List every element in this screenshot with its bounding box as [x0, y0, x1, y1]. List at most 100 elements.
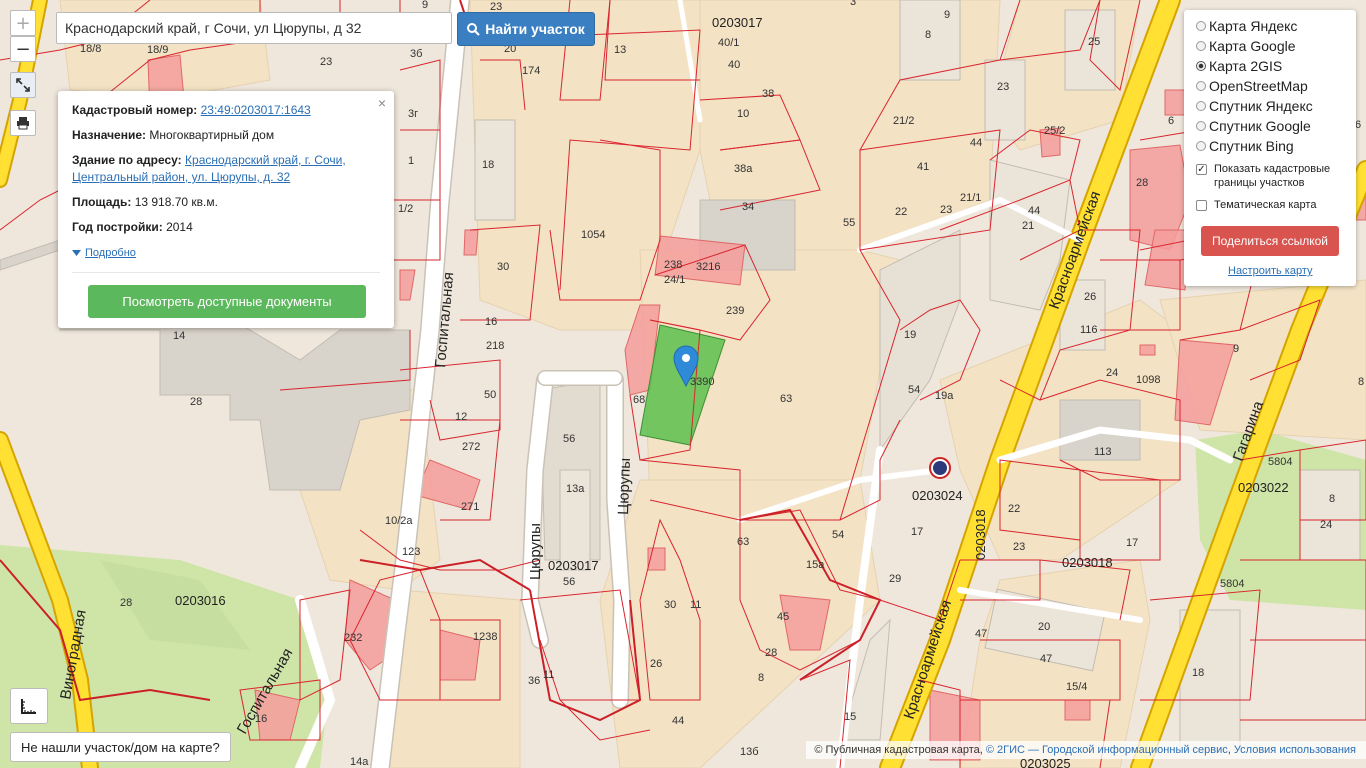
radio-button[interactable] — [1196, 81, 1206, 91]
search-button[interactable]: Найти участок — [457, 12, 595, 46]
svg-text:23: 23 — [940, 204, 952, 216]
close-icon[interactable]: × — [378, 95, 386, 112]
search-icon — [467, 22, 480, 36]
year-value: 2014 — [166, 220, 193, 234]
radio-button[interactable] — [1196, 61, 1206, 71]
svg-text:56: 56 — [563, 433, 575, 445]
details-link[interactable]: Подробно — [72, 245, 136, 262]
svg-text:21/2: 21/2 — [893, 115, 914, 127]
svg-text:38а: 38а — [734, 163, 753, 175]
minus-icon: − — [15, 38, 31, 60]
basemap-option-label: Спутник Яндекс — [1209, 98, 1313, 114]
zoom-in-button[interactable]: + — [10, 10, 36, 36]
thematic-label: Тематическая карта — [1214, 199, 1317, 211]
radio-button[interactable] — [1196, 41, 1206, 51]
svg-text:0203016: 0203016 — [175, 593, 226, 608]
purpose-label: Назначение: — [72, 128, 147, 142]
svg-text:15а: 15а — [806, 559, 825, 571]
popup-divider — [72, 271, 380, 273]
svg-text:68: 68 — [633, 394, 645, 406]
svg-text:28: 28 — [120, 597, 132, 609]
svg-text:Цюрупы: Цюрупы — [615, 458, 634, 515]
attribution: © Публичная кадастровая карта, © 2ГИС — … — [806, 741, 1366, 759]
show-borders-checkbox[interactable]: ✓ — [1196, 164, 1207, 175]
thematic-checkbox[interactable] — [1196, 200, 1207, 211]
share-link-button[interactable]: Поделиться ссылкой — [1201, 226, 1339, 256]
svg-text:24: 24 — [1320, 519, 1332, 531]
terms-link[interactable]: Условия использования — [1234, 744, 1356, 756]
basemap-option[interactable]: Карта Яндекс — [1196, 16, 1356, 36]
building-row: Здание по адресу: Краснодарский край, г.… — [72, 152, 380, 186]
show-borders-option[interactable]: ✓ Показать кадастровые границы участков — [1196, 162, 1356, 190]
svg-text:5804: 5804 — [1220, 578, 1244, 590]
fullscreen-button[interactable] — [10, 72, 36, 98]
svg-text:47: 47 — [1040, 653, 1052, 665]
svg-text:41: 41 — [917, 161, 929, 173]
details-label: Подробно — [85, 246, 136, 259]
basemap-option[interactable]: Спутник Bing — [1196, 136, 1356, 156]
print-button[interactable] — [10, 110, 36, 136]
svg-text:23: 23 — [1013, 541, 1025, 553]
zoom-out-button[interactable]: − — [10, 36, 36, 62]
printer-icon — [17, 117, 29, 130]
svg-text:36: 36 — [528, 675, 540, 687]
svg-text:56: 56 — [563, 576, 575, 588]
svg-text:14: 14 — [173, 330, 185, 342]
svg-text:28: 28 — [765, 647, 777, 659]
svg-text:40/1: 40/1 — [718, 37, 739, 49]
svg-text:Цюрупы: Цюрупы — [527, 523, 544, 580]
svg-text:9: 9 — [944, 9, 950, 21]
area-label: Площадь: — [72, 195, 132, 209]
setup-map-link[interactable]: Настроить карту — [1228, 265, 1356, 277]
not-found-button[interactable]: Не нашли участок/дом на карте? — [10, 732, 231, 762]
radio-button[interactable] — [1196, 21, 1206, 31]
svg-text:28: 28 — [190, 396, 202, 408]
thematic-option[interactable]: Тематическая карта — [1196, 198, 1356, 212]
svg-text:15/4: 15/4 — [1066, 681, 1087, 693]
basemap-options: Карта Яндекс Карта Google Карта 2GIS OpenSt… — [1196, 16, 1356, 156]
basemap-option[interactable]: OpenStreetMap — [1196, 76, 1356, 96]
basemap-option[interactable]: Карта 2GIS — [1196, 56, 1356, 76]
svg-text:17: 17 — [911, 526, 923, 538]
radio-button[interactable] — [1196, 121, 1206, 131]
share-link-label: Поделиться ссылкой — [1212, 234, 1328, 248]
svg-text:0203017: 0203017 — [712, 15, 763, 30]
show-borders-label: Показать кадастровые границы участков — [1214, 163, 1331, 189]
svg-text:3216: 3216 — [696, 261, 720, 273]
basemap-option[interactable]: Карта Google — [1196, 36, 1356, 56]
purpose-value: Многоквартирный дом — [149, 128, 275, 142]
basemap-option-label: Карта Google — [1209, 38, 1296, 54]
svg-text:11: 11 — [543, 669, 554, 681]
basemap-option[interactable]: Спутник Яндекс — [1196, 96, 1356, 116]
svg-text:54: 54 — [832, 529, 844, 541]
radio-button[interactable] — [1196, 101, 1206, 111]
svg-text:22: 22 — [1008, 503, 1020, 515]
svg-text:8: 8 — [1358, 376, 1364, 388]
search-input[interactable] — [56, 12, 452, 44]
year-row: Год постройки: 2014 — [72, 219, 380, 236]
gis-link[interactable]: © 2ГИС — Городской информационный сервис — [986, 744, 1228, 756]
svg-text:16: 16 — [485, 316, 497, 328]
layers-panel: Карта Яндекс Карта Google Карта 2GIS OpenSt… — [1184, 10, 1356, 286]
svg-text:44: 44 — [970, 137, 982, 149]
metro-icon — [929, 457, 951, 479]
svg-text:3г: 3г — [408, 108, 418, 120]
basemap-option[interactable]: Спутник Google — [1196, 116, 1356, 136]
cad-number-link[interactable]: 23:49:0203017:1643 — [201, 103, 311, 117]
svg-text:50: 50 — [484, 389, 496, 401]
view-documents-button[interactable]: Посмотреть доступные документы — [88, 284, 366, 318]
svg-text:54: 54 — [908, 384, 920, 396]
svg-text:34: 34 — [742, 201, 754, 213]
radio-button[interactable] — [1196, 141, 1206, 151]
svg-text:25: 25 — [1088, 36, 1100, 48]
svg-text:1238: 1238 — [473, 631, 497, 643]
svg-text:123: 123 — [402, 546, 420, 558]
svg-text:272: 272 — [462, 441, 480, 453]
caret-down-icon — [72, 250, 81, 256]
svg-text:9: 9 — [1233, 343, 1239, 355]
svg-text:15: 15 — [844, 711, 856, 723]
svg-text:0203022: 0203022 — [1238, 480, 1289, 495]
svg-text:29: 29 — [889, 573, 901, 585]
ruler-button[interactable] — [10, 688, 48, 724]
svg-text:38: 38 — [762, 88, 774, 100]
